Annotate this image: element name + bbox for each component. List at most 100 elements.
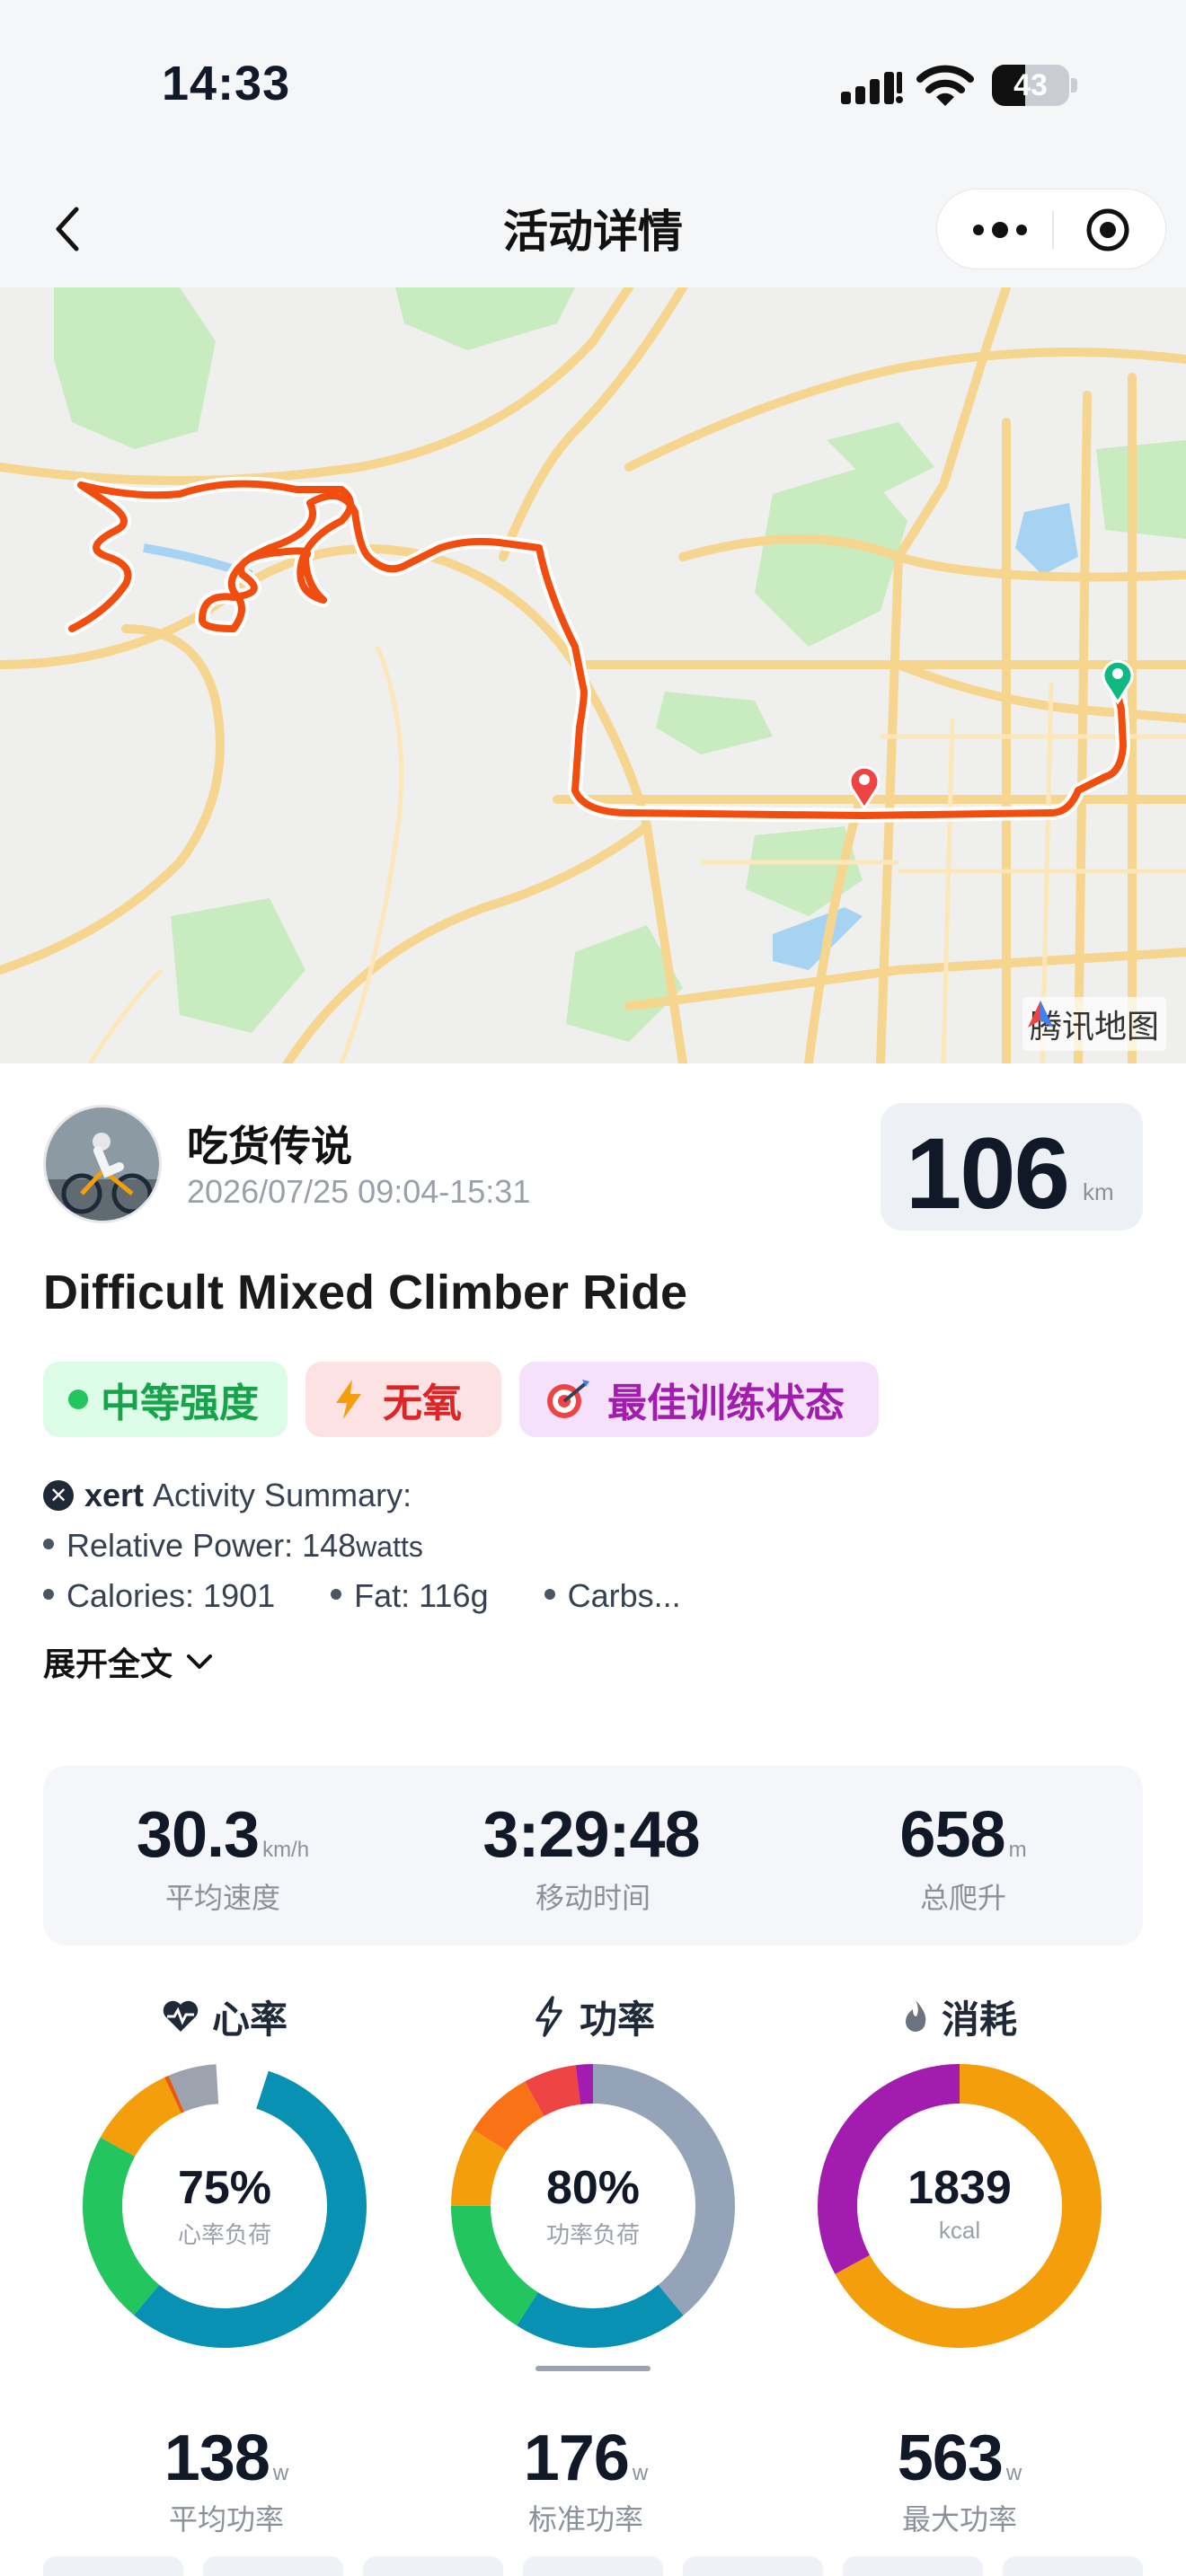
stat-value: 30.3 — [136, 1799, 260, 1871]
tag-intensity[interactable]: 中等强度 — [43, 1362, 288, 1437]
wifi-icon — [916, 63, 974, 114]
zone-chip[interactable] — [523, 2556, 663, 2576]
map-provider-logo: 腾讯地图 — [1022, 997, 1166, 1051]
fat-text: Fat: 116g — [354, 1577, 489, 1614]
ring-chart: 75% 心率负荷 — [81, 2062, 368, 2350]
zone-chip[interactable] — [1003, 2556, 1143, 2576]
calories-text: Calories: 1901 — [66, 1577, 276, 1614]
heart-rate-ring[interactable]: 心率 75% 心率负荷 — [45, 1985, 404, 2350]
distance-card: 106 km — [881, 1103, 1143, 1231]
route-line — [68, 480, 1127, 819]
ring-header: 心率 — [45, 1985, 404, 2048]
map-park — [171, 898, 305, 1033]
route-outline — [65, 476, 1130, 823]
tencent-map-logo-icon — [1027, 1001, 1053, 1028]
ring-chart: 80% 功率负荷 — [449, 2062, 737, 2350]
stat-moving-time: 3:29:48 移动时间 — [413, 1798, 773, 1917]
zone-chip[interactable] — [683, 2556, 823, 2576]
zone-chip[interactable] — [363, 2556, 503, 2576]
chevron-down-icon — [187, 1654, 213, 1669]
zone-chip[interactable] — [843, 2556, 983, 2576]
stat-avg-speed: 30.3 km/h 平均速度 — [43, 1798, 403, 1917]
stat-label: 移动时间 — [535, 1882, 651, 1914]
carbs-text: Carbs... — [567, 1577, 681, 1614]
tag-label: 无氧 — [383, 1381, 462, 1425]
lightning-icon — [331, 1378, 367, 1421]
stat-avg-power: 138 w 平均功率 — [47, 2422, 406, 2538]
map-lake — [773, 907, 863, 970]
stat-max-power: 563 w 最大功率 — [780, 2422, 1139, 2538]
ring-title: 功率 — [579, 1998, 655, 2041]
more-button[interactable] — [964, 209, 1036, 251]
calories-ring[interactable]: 消耗 1839 kcal — [780, 1985, 1139, 2350]
summary-heading: ✕ xert Activity Summary: — [43, 1477, 412, 1514]
map-park — [395, 287, 575, 350]
stat-normalized-power: 176 w 标准功率 — [406, 2422, 766, 2538]
relative-power-text: Relative Power: 148 — [66, 1527, 357, 1564]
ring-title: 消耗 — [941, 1998, 1017, 2041]
summary-heading-text: Activity Summary: — [153, 1477, 412, 1513]
power-ring[interactable]: 功率 80% 功率负荷 — [413, 1985, 773, 2350]
stat-value: 563 — [897, 2422, 1004, 2494]
target-icon — [544, 1378, 591, 1421]
username[interactable]: 吃货传说 — [187, 1114, 352, 1173]
map-park — [54, 287, 216, 449]
avatar[interactable] — [43, 1105, 162, 1223]
stat-label: 平均速度 — [164, 1882, 280, 1914]
target-circle-icon — [1086, 208, 1129, 251]
stat-label: 平均功率 — [168, 2503, 284, 2536]
status-bar: 14:33 43 — [0, 0, 1186, 171]
flame-icon — [905, 2000, 926, 2032]
distance-unit: km — [1083, 1178, 1114, 1205]
ring-center: 80% 功率负荷 — [449, 2161, 737, 2250]
lightning-outline-icon — [535, 1996, 562, 2037]
xert-brand: xert — [84, 1477, 145, 1513]
ring-center-label: kcal — [938, 2217, 981, 2244]
ring-chart: 1839 kcal — [816, 2062, 1103, 2350]
stat-unit: km/h — [262, 1838, 310, 1862]
tag-label: 中等强度 — [101, 1381, 259, 1425]
stat-unit: w — [1005, 2461, 1022, 2485]
summary-line-relative-power: Relative Power: 148watts — [43, 1527, 423, 1565]
miniapp-capsule — [936, 189, 1166, 269]
close-miniapp-button[interactable] — [1072, 207, 1144, 252]
stat-label: 标准功率 — [527, 2503, 643, 2536]
cellular-signal-icon — [841, 70, 904, 110]
bullet-icon — [331, 1589, 342, 1601]
more-dots-icon — [973, 222, 1027, 238]
bullet-icon — [43, 1539, 54, 1550]
map-canvas — [0, 287, 1186, 1063]
map-lake — [1015, 503, 1078, 575]
capsule-divider — [1052, 211, 1054, 249]
cyclist-avatar-image — [46, 1107, 159, 1221]
xert-logo-icon: ✕ — [43, 1480, 74, 1511]
ring-center: 75% 心率负荷 — [81, 2161, 368, 2250]
carousel-page-indicator[interactable] — [535, 2366, 651, 2371]
map-park — [656, 692, 773, 754]
stat-elevation-gain: 658 m 总爬升 — [783, 1798, 1143, 1917]
bullet-icon — [43, 1589, 54, 1601]
tag-anaerobic[interactable]: 无氧 — [305, 1362, 501, 1437]
expand-full-text-button[interactable]: 展开全文 — [43, 1638, 214, 1685]
status-time: 14:33 — [162, 57, 291, 110]
stat-unit: m — [1008, 1838, 1027, 1862]
stat-value: 176 — [523, 2422, 630, 2494]
ring-header: 消耗 — [780, 1985, 1139, 2048]
summary-line-nutrition: Calories: 1901 Fat: 116g Carbs... — [43, 1577, 728, 1615]
nav-bar: 活动详情 — [0, 171, 1186, 287]
zone-chip[interactable] — [43, 2556, 183, 2576]
ring-center-value: 80% — [545, 2162, 641, 2214]
tag-training-status[interactable]: 最佳训练状态 — [519, 1362, 879, 1437]
ring-center-value: 75% — [177, 2162, 272, 2214]
ring-center-label: 心率负荷 — [177, 2221, 271, 2248]
zone-chip[interactable] — [203, 2556, 343, 2576]
summary-stats-card: 30.3 km/h 平均速度 3:29:48 移动时间 658 m 总爬升 — [43, 1766, 1143, 1945]
ring-center-label: 功率负荷 — [545, 2221, 640, 2248]
stat-label: 总爬升 — [919, 1882, 1006, 1914]
activity-title: Difficult Mixed Climber Ride — [43, 1266, 688, 1319]
expand-label: 展开全文 — [43, 1645, 173, 1682]
ring-header: 功率 — [413, 1985, 773, 2048]
battery-percent: 43 — [1013, 68, 1048, 102]
route-map[interactable]: 腾讯地图 — [0, 287, 1186, 1063]
bullet-icon — [544, 1589, 555, 1601]
